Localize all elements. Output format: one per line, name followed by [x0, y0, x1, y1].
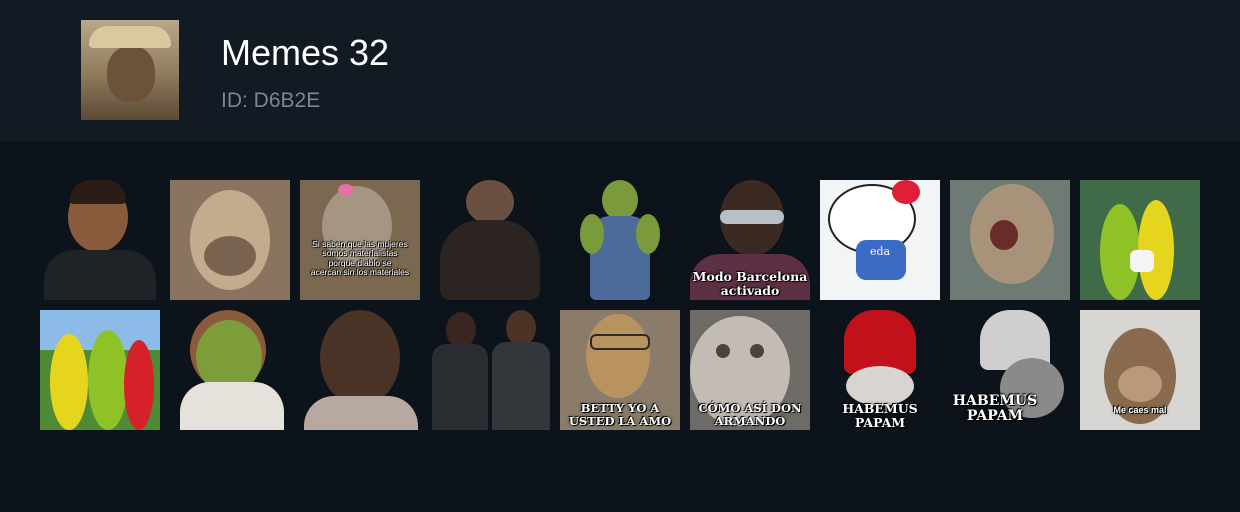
sticker-basketball-player[interactable] — [40, 180, 160, 300]
sticker-caption: Me caes mal — [1113, 405, 1167, 415]
sticker-hello-kitty[interactable]: eda — [820, 180, 940, 300]
sticker-screaming-monkey[interactable] — [950, 180, 1070, 300]
sticker-monkey-pink-bow[interactable]: Si saben que las mujeres somos materiali… — [300, 180, 420, 300]
sticker-ogre-woman[interactable] — [560, 180, 680, 300]
pack-title: Memes 32 — [221, 32, 390, 73]
sticker-caption: HABEMUS PAPAM — [842, 401, 918, 430]
sticker-hippo-person[interactable] — [430, 180, 550, 300]
sticker-cat-red-mitre[interactable]: HABEMUS PAPAM — [820, 310, 940, 430]
sticker-alien-cat[interactable]: CÓMO ASÍ DON ARMANDO — [690, 310, 810, 430]
sticker-caption: HABEMUS PAPAM — [952, 393, 1038, 425]
sticker-caption: eda — [869, 245, 891, 258]
sticker-dog-glasses[interactable]: BETTY YO A USTED LA AMO — [560, 310, 680, 430]
pack-header: Memes 32 ID: D6B2E — [0, 0, 1240, 141]
sticker-monkey-face[interactable] — [170, 180, 290, 300]
sticker-caption: BETTY YO A USTED LA AMO — [568, 401, 672, 428]
sticker-caption: Si saben que las mujeres somos materiali… — [310, 239, 410, 278]
monkey-with-hat-icon — [81, 20, 179, 120]
sticker-caption: CÓMO ASÍ DON ARMANDO — [698, 401, 802, 428]
sticker-teletubbies-field[interactable] — [40, 310, 160, 430]
sticker-teletubbies-hug[interactable] — [1080, 180, 1200, 300]
sticker-caption: Modo Barcelona activado — [692, 269, 808, 298]
sticker-football-players[interactable] — [430, 310, 550, 430]
sticker-fiona-ogre[interactable] — [170, 310, 290, 430]
sticker-monkey-me-caes-mal[interactable]: Me caes mal — [1080, 310, 1200, 430]
pack-id: ID: D6B2E — [221, 89, 321, 112]
sticker-old-man[interactable] — [300, 310, 420, 430]
sticker-kid-sunglasses[interactable]: Modo Barcelona activado — [690, 180, 810, 300]
sticker-cat-white-mitre[interactable]: HABEMUS PAPAM — [950, 310, 1070, 430]
